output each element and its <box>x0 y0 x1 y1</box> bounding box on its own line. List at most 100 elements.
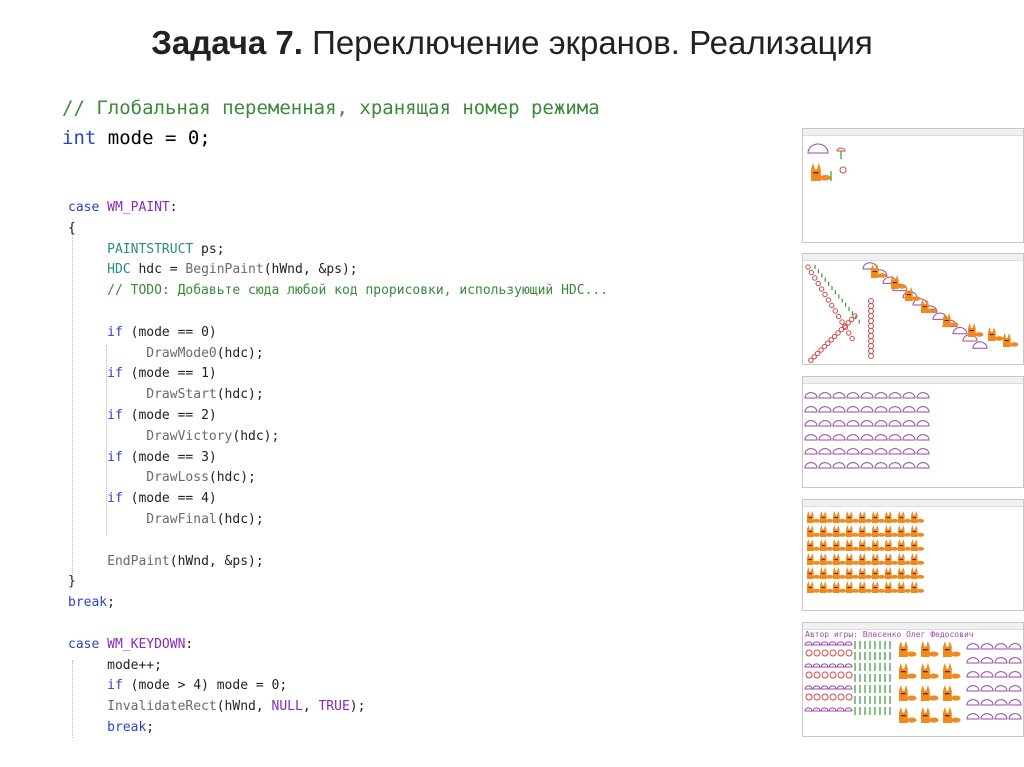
ring-shape <box>868 348 874 354</box>
code-token: WM_KEYDOWN <box>107 636 186 652</box>
dome-shape <box>862 262 878 270</box>
dome-shape <box>916 420 930 427</box>
dome-shape <box>874 406 888 413</box>
fox-shape <box>1003 333 1019 347</box>
global-comment: // Глобальная переменная, хранящая номер… <box>62 97 600 119</box>
ring-shape <box>821 671 829 679</box>
window-titlebar <box>803 254 1023 261</box>
dome-shape <box>980 643 994 650</box>
code-token: NULL <box>271 699 303 715</box>
code-token: , <box>302 699 319 715</box>
fox-shape <box>899 641 917 657</box>
dome-shape <box>888 420 902 427</box>
dome-shape <box>888 462 902 469</box>
dome-shape <box>804 392 818 399</box>
fox-shape <box>833 581 847 593</box>
fox-shape <box>891 275 907 289</box>
fox-shape <box>859 553 873 565</box>
code-token: WM_PAINT <box>107 200 170 215</box>
fox-shape <box>921 685 939 701</box>
fox-shape <box>846 581 860 593</box>
dome-shape <box>966 713 980 720</box>
dome-shape <box>874 392 888 399</box>
code-token: : <box>185 636 194 652</box>
dome-shape <box>832 406 846 413</box>
dome-shape <box>836 663 845 668</box>
title-rest-part: Переключение экранов. Реализация <box>302 24 873 61</box>
dome-shape <box>844 641 853 646</box>
fox-shape <box>911 525 925 537</box>
dome-shape <box>980 685 994 692</box>
dome-shape <box>994 657 1008 664</box>
ring-shape <box>868 323 874 329</box>
dome-shape <box>836 685 845 690</box>
ring-shape <box>805 649 813 657</box>
ring-shape <box>839 319 845 325</box>
dome-shape <box>820 641 829 646</box>
ring-shape <box>813 693 821 701</box>
dome-shape <box>966 657 980 664</box>
code-token: } <box>68 574 76 590</box>
fox-shape <box>921 707 939 723</box>
fox-shape <box>807 511 821 523</box>
dome-shape <box>874 462 888 469</box>
ring-shape <box>845 649 853 657</box>
dome-shape <box>994 643 1008 650</box>
dome-shape <box>804 641 813 646</box>
dome-shape <box>860 420 874 427</box>
ring-shape <box>829 671 837 679</box>
dome-shape <box>874 434 888 441</box>
dome-shape <box>1008 657 1022 664</box>
ring-shape <box>829 302 835 309</box>
dome-shape <box>846 434 860 441</box>
dome-shape <box>804 448 818 455</box>
dome-shape <box>994 685 1008 692</box>
dome-shape <box>820 685 829 690</box>
fox-shape <box>820 539 834 551</box>
code-token: (mode == 4) <box>122 491 217 507</box>
fox-shape <box>899 685 917 701</box>
dome-shape <box>1008 685 1022 692</box>
fox-shape <box>859 511 873 523</box>
dome-shape <box>804 462 818 469</box>
dome-shape <box>832 420 846 427</box>
fox-shape <box>943 707 961 723</box>
fox-shape <box>811 163 831 181</box>
thumbnail-start <box>802 253 1024 365</box>
dome-shape <box>832 462 846 469</box>
dome-shape <box>812 663 821 668</box>
ring-shape <box>846 330 852 336</box>
code-token: case <box>68 200 100 215</box>
ring-shape <box>835 313 842 320</box>
ring-shape <box>845 693 853 701</box>
dome-shape <box>902 434 916 441</box>
fox-shape <box>846 511 860 523</box>
dome-shape <box>804 707 813 712</box>
fox-shape <box>885 511 899 523</box>
code-token: if <box>107 324 123 340</box>
dome-shape <box>874 448 888 455</box>
code-token: HDC <box>107 262 131 278</box>
dome-shape <box>902 420 916 427</box>
thumbnail-mode0 <box>802 128 1024 243</box>
fox-shape <box>898 525 912 537</box>
dome-shape <box>888 448 902 455</box>
ring-shape <box>868 353 874 359</box>
fox-shape <box>899 663 917 679</box>
fox-shape <box>911 567 925 579</box>
code-token: (mode == 0) <box>122 324 217 340</box>
ring-shape <box>825 297 832 303</box>
dome-shape <box>846 392 860 399</box>
fox-shape <box>859 567 873 579</box>
dome-shape <box>972 341 988 349</box>
global-code-block: // Глобальная переменная, хранящая номер… <box>62 93 600 153</box>
window-titlebar <box>803 129 1023 136</box>
dome-shape <box>1008 643 1022 650</box>
dome-shape <box>812 641 821 646</box>
code-token: break <box>68 595 108 611</box>
ring-shape <box>815 280 821 287</box>
fox-shape <box>921 641 939 657</box>
dome-shape <box>916 448 930 455</box>
mode0-drawing <box>807 143 847 181</box>
dome-shape <box>818 420 832 427</box>
